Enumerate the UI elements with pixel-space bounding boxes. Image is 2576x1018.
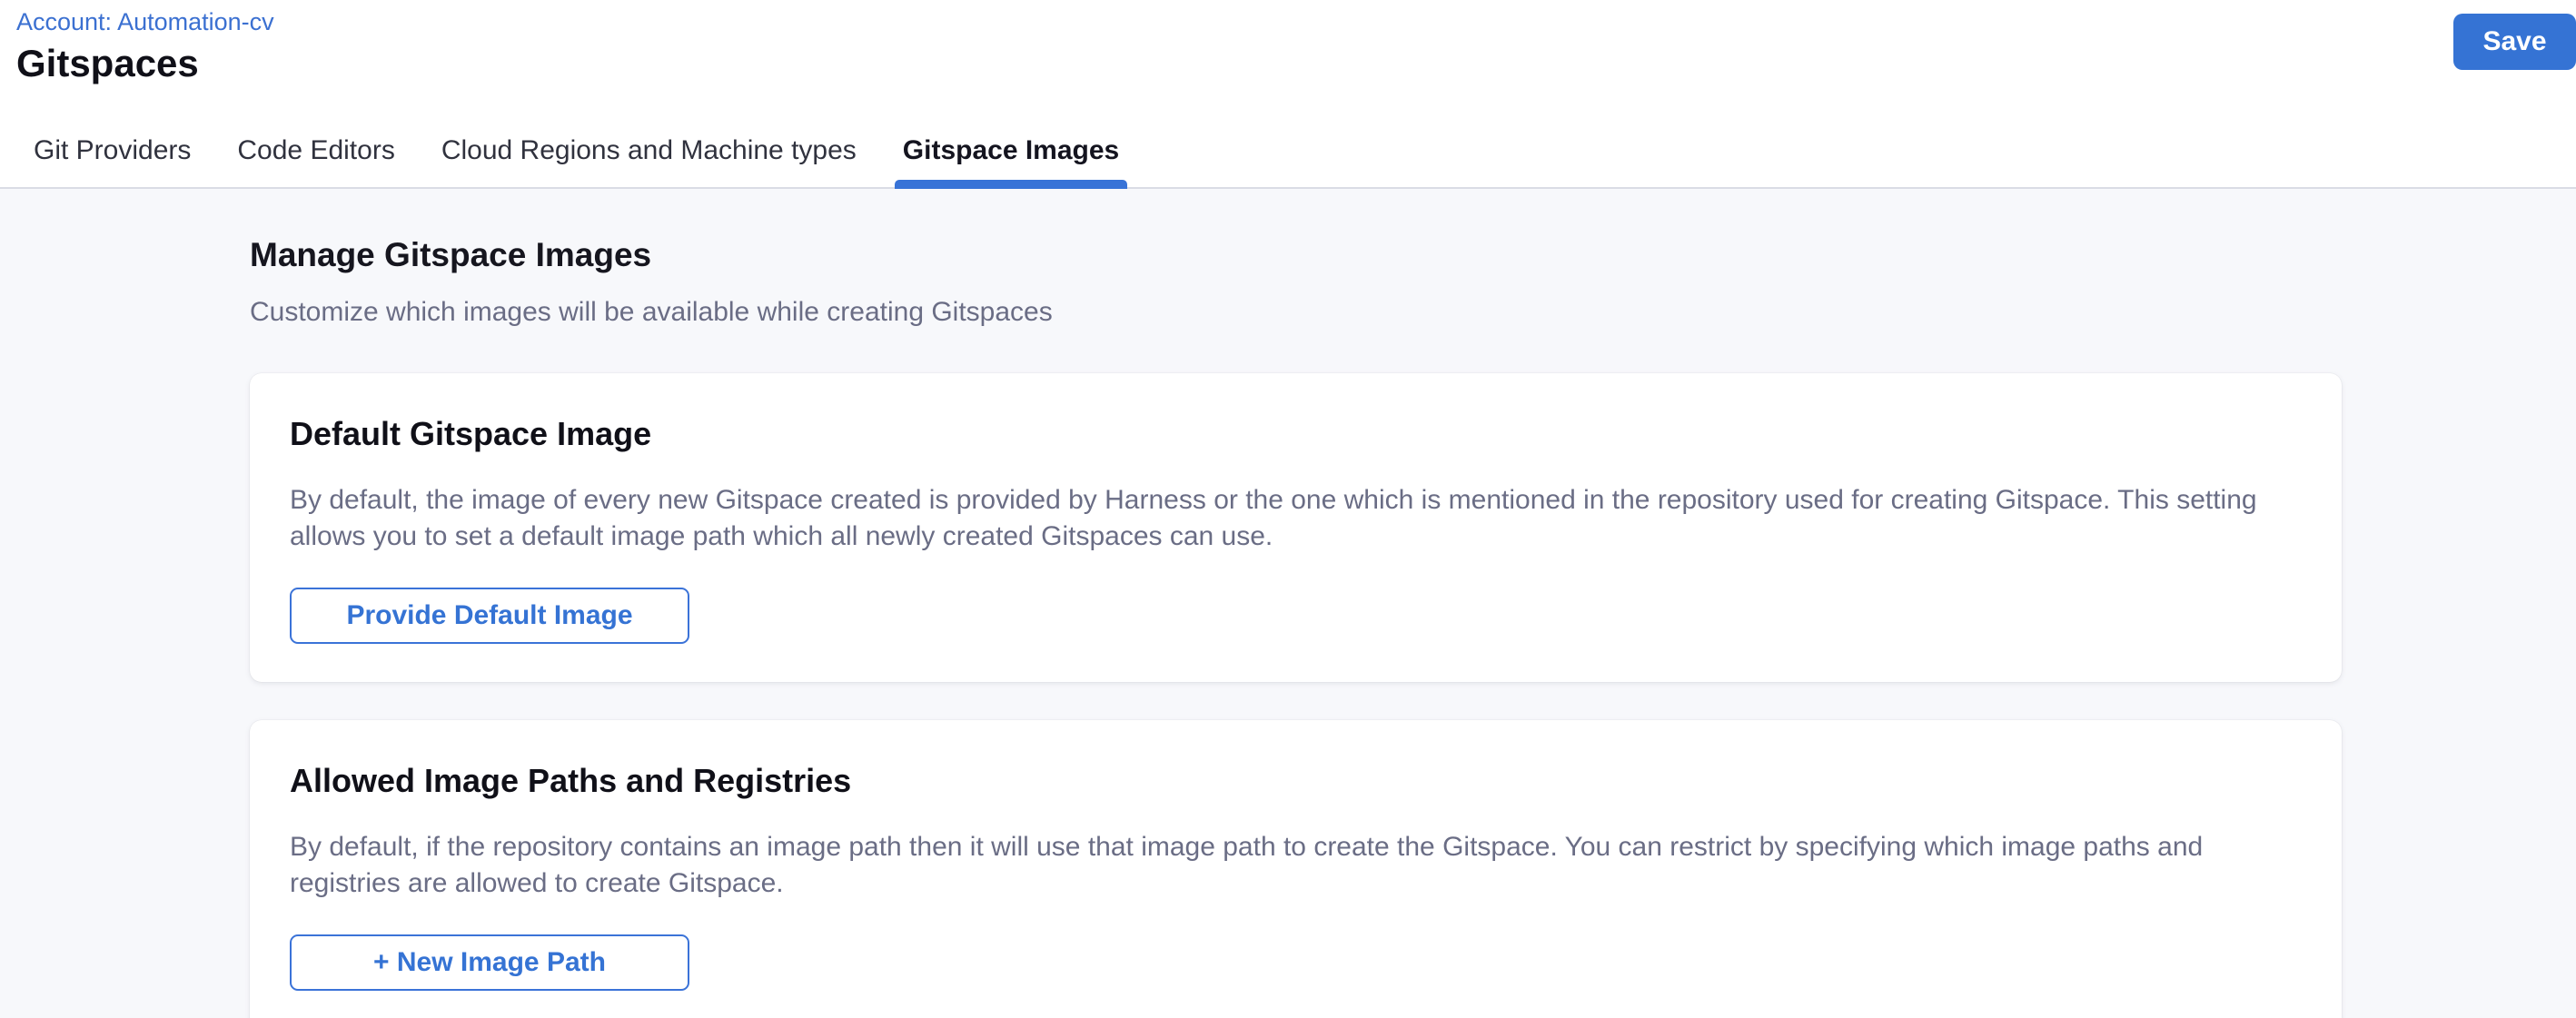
section-heading: Manage Gitspace Images: [250, 236, 2342, 274]
page-title: Gitspaces: [16, 42, 2576, 85]
account-breadcrumb-link[interactable]: Account: Automation-cv: [16, 7, 274, 36]
tab-cloud-regions-and-machine-types[interactable]: Cloud Regions and Machine types: [433, 134, 865, 187]
tab-gitspace-images[interactable]: Gitspace Images: [895, 134, 1127, 187]
page-header: Account: Automation-cv Gitspaces Save Gi…: [0, 0, 2576, 189]
card-title: Allowed Image Paths and Registries: [290, 762, 2302, 800]
save-button[interactable]: Save: [2453, 14, 2576, 70]
default-gitspace-image-card: Default Gitspace Image By default, the i…: [250, 373, 2342, 682]
new-image-path-button[interactable]: + New Image Path: [290, 934, 689, 991]
tab-content-gitspace-images: Manage Gitspace Images Customize which i…: [0, 189, 2576, 1018]
tab-code-editors[interactable]: Code Editors: [229, 134, 402, 187]
card-description: By default, the image of every new Gitsp…: [290, 482, 2302, 555]
tab-git-providers[interactable]: Git Providers: [25, 134, 199, 187]
section-subheading: Customize which images will be available…: [250, 296, 2342, 329]
gitspaces-settings-page: Account: Automation-cv Gitspaces Save Gi…: [0, 0, 2576, 1018]
card-title: Default Gitspace Image: [290, 415, 2302, 453]
allowed-image-paths-card: Allowed Image Paths and Registries By de…: [250, 720, 2342, 1018]
settings-tabbar: Git Providers Code Editors Cloud Regions…: [0, 125, 2576, 189]
provide-default-image-button[interactable]: Provide Default Image: [290, 588, 689, 644]
card-description: By default, if the repository contains a…: [290, 829, 2302, 902]
